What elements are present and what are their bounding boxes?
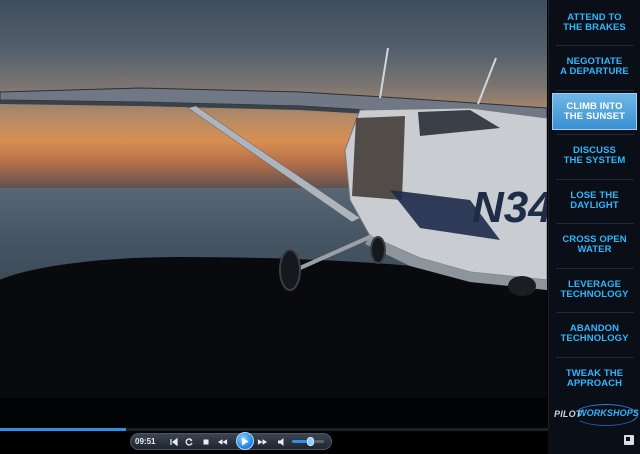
play-icon (242, 437, 249, 445)
fullscreen-icon[interactable] (624, 435, 634, 445)
chapter-item-9[interactable]: TWEAK THE APPROACH (552, 360, 637, 397)
menu-divider (556, 312, 634, 313)
progress-fill (0, 428, 127, 431)
chapter-item-label: CROSS OPEN WATER (562, 234, 627, 255)
menu-divider (556, 267, 634, 269)
replay-icon[interactable] (183, 436, 194, 447)
menu-divider (556, 89, 634, 91)
airplane-wing-image: N34 (0, 47, 547, 296)
stop-icon[interactable] (200, 436, 211, 447)
chapter-item-label: TWEAK THE APPROACH (565, 367, 624, 389)
progress-track[interactable] (0, 428, 548, 431)
menu-divider (556, 134, 634, 135)
chapter-item-5[interactable]: LOSE THE DAYLIGHT (552, 182, 637, 219)
menu-divider (556, 45, 634, 46)
volume-slider[interactable] (292, 437, 324, 446)
play-button[interactable] (236, 432, 254, 450)
elapsed-time: 09:51 (135, 437, 156, 446)
chapter-item-4[interactable]: DISCUSS THE SYSTEM (552, 138, 637, 175)
chapter-item-label: ABANDON TECHNOLOGY (560, 323, 629, 344)
chapter-item-label: CLIMB INTO THE SUNSET (563, 100, 626, 122)
chapter-item-7[interactable]: LEVERAGE TECHNOLOGY (552, 271, 637, 308)
chapter-item-3[interactable]: CLIMB INTO THE SUNSET (552, 93, 637, 130)
chapter-item-label: LOSE THE DAYLIGHT (570, 189, 619, 211)
video-frame[interactable]: N34 (0, 0, 547, 428)
menu-divider (556, 178, 634, 180)
logo-workshops-text: WORKSHOPS (578, 408, 639, 418)
chapter-item-6[interactable]: CROSS OPEN WATER (552, 227, 637, 264)
volume-knob[interactable] (306, 437, 314, 446)
chapter-item-label: DISCUSS THE SYSTEM (563, 145, 626, 166)
chapter-item-2[interactable]: NEGOTIATE A DEPARTURE (552, 49, 637, 86)
volume-icon[interactable] (276, 436, 287, 447)
chapter-item-label: ATTEND TO THE BRAKES (563, 11, 626, 33)
skip-back-icon[interactable] (168, 436, 179, 447)
player-control-bar: 09:51 (0, 428, 548, 454)
chapter-item-label: LEVERAGE TECHNOLOGY (560, 278, 629, 300)
fast-forward-icon[interactable] (257, 436, 268, 447)
tail-number: N34 (472, 183, 547, 232)
rewind-icon[interactable] (217, 436, 228, 447)
pilot-workshops-logo: PILOT WORKSHOPS (552, 402, 639, 430)
chapter-item-label: NEGOTIATE A DEPARTURE (560, 56, 629, 77)
menu-divider (556, 223, 634, 224)
chapter-item-1[interactable]: ATTEND TO THE BRAKES (552, 4, 637, 41)
menu-divider (556, 356, 634, 358)
chapter-item-8[interactable]: ABANDON TECHNOLOGY (552, 316, 637, 353)
